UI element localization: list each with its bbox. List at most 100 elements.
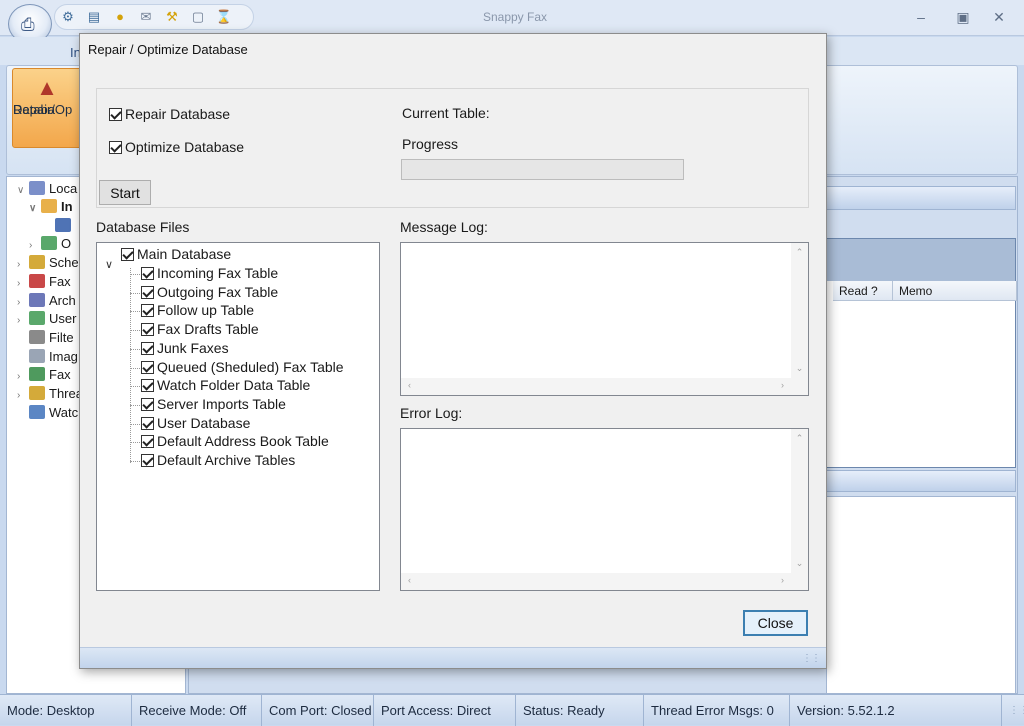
tree-node-table[interactable]: Default Archive Tables: [141, 452, 295, 471]
nav-item-watch[interactable]: Watc: [17, 405, 78, 423]
scroll-left-icon[interactable]: ‹: [401, 380, 418, 390]
nav-label: In: [61, 199, 73, 214]
tree-node-label: Default Archive Tables: [157, 452, 296, 468]
outbox-icon: [41, 236, 57, 250]
message-log-box[interactable]: ⌃ ⌄ ‹ ›: [400, 242, 809, 396]
tree-node-label: Default Address Book Table: [157, 433, 329, 450]
vertical-scrollbar[interactable]: ⌃ ⌄: [791, 429, 808, 573]
envelope-icon[interactable]: ✉: [135, 6, 157, 28]
document-icon[interactable]: ▤: [83, 6, 105, 28]
nav-label: Loca: [49, 181, 78, 196]
error-log-box[interactable]: ⌃ ⌄ ‹ ›: [400, 428, 809, 591]
user-icon: [29, 311, 45, 325]
scroll-right-icon[interactable]: ›: [774, 380, 791, 390]
nav-item-outbox[interactable]: › O: [29, 236, 71, 254]
tree-node-table[interactable]: Follow up Table: [141, 302, 254, 321]
scroll-left-icon[interactable]: ‹: [401, 575, 418, 585]
nav-label: Sche: [49, 255, 79, 270]
repair-optimize-ribbon-button[interactable]: ▲ Repair/Op Databa: [12, 68, 82, 148]
repair-database-icon: ▲: [36, 75, 58, 100]
scroll-down-icon[interactable]: ⌄: [791, 558, 808, 569]
nav-item-filter[interactable]: Filte: [17, 330, 74, 348]
tree-node-table[interactable]: Outgoing Fax Table: [141, 284, 278, 303]
checkbox-checked-icon: [141, 416, 154, 430]
checkbox-checked-icon: [141, 397, 154, 411]
scroll-up-icon[interactable]: ⌃: [791, 247, 808, 258]
options-group: Repair Database Optimize Database Curren…: [96, 88, 809, 208]
tree-node-main-database[interactable]: Main Database: [121, 246, 231, 265]
scroll-down-icon[interactable]: ⌄: [791, 363, 808, 374]
lock-icon[interactable]: ●: [109, 6, 131, 28]
hourglass-icon[interactable]: ⌛: [213, 6, 235, 28]
nav-label: Threa: [49, 386, 83, 401]
tree-node-label: Fax Drafts Table: [157, 321, 259, 338]
copy-icon[interactable]: ▢: [187, 6, 209, 28]
tree-node-table[interactable]: Watch Folder Data Table: [141, 377, 310, 396]
checkbox-checked-icon: [141, 285, 154, 299]
close-icon[interactable]: ✕: [982, 6, 1016, 28]
resize-grip-icon[interactable]: ⋮⋮: [802, 653, 821, 664]
ribbon-button-label-line2: Databa: [13, 102, 55, 117]
nav-item-schedule[interactable]: › Sche: [17, 255, 79, 273]
horizontal-scrollbar[interactable]: ‹ ›: [401, 573, 808, 590]
tools-icon[interactable]: ⚒: [161, 6, 183, 28]
repair-database-checkbox[interactable]: Repair Database: [109, 106, 230, 122]
checkbox-checked-icon: [121, 248, 134, 261]
status-com-port: Com Port: Closed: [262, 695, 374, 726]
tree-node-table[interactable]: Incoming Fax Table: [141, 265, 278, 284]
nav-item-inbox[interactable]: ∨ In: [29, 199, 73, 217]
fax-page-icon: [55, 218, 71, 232]
checkbox-checked-icon: [141, 267, 154, 280]
repair-optimize-dialog: Repair / Optimize Database Repair Databa…: [79, 33, 827, 669]
checkbox-label: Optimize Database: [125, 139, 245, 155]
message-log-label: Message Log:: [400, 219, 488, 235]
column-header-memo[interactable]: Memo: [893, 281, 1017, 301]
vertical-scrollbar[interactable]: ⌃ ⌄: [791, 243, 808, 378]
resize-grip-icon[interactable]: ⋮⋮: [1002, 695, 1024, 726]
close-button[interactable]: Close: [743, 610, 808, 636]
nav-item-fax-folder[interactable]: › Fax: [17, 367, 71, 385]
thread-icon: [29, 386, 45, 400]
checkbox-checked-icon: [141, 435, 154, 449]
scroll-up-icon[interactable]: ⌃: [791, 433, 808, 444]
horizontal-scrollbar[interactable]: ‹ ›: [401, 378, 808, 395]
nav-item-local[interactable]: ∨ Loca: [17, 181, 77, 199]
tree-node-table[interactable]: Fax Drafts Table: [141, 321, 259, 340]
checkbox-checked-icon: [141, 341, 154, 355]
scroll-right-icon[interactable]: ›: [774, 575, 791, 585]
checkbox-label: Repair Database: [125, 106, 231, 122]
progress-label: Progress: [402, 136, 459, 152]
status-bar: Mode: Desktop Receive Mode: Off Com Port…: [0, 694, 1024, 726]
status-receive-mode: Receive Mode: Off: [132, 695, 262, 726]
chevron-down-icon[interactable]: ∨: [105, 258, 113, 271]
preview-area: [826, 496, 1016, 694]
fax-folder-icon: [29, 367, 45, 381]
nav-item-fax[interactable]: › Fax: [17, 274, 71, 292]
tree-node-table[interactable]: Default Address Book Table: [141, 433, 329, 452]
nav-item-thread[interactable]: › Threa: [17, 386, 83, 404]
tree-node-table[interactable]: Junk Faxes: [141, 340, 229, 359]
nav-item-image[interactable]: Imag: [17, 349, 78, 367]
settings-gear-icon[interactable]: ⚙: [57, 6, 79, 28]
maximize-icon[interactable]: ▣: [946, 6, 980, 28]
checkbox-checked-icon: [141, 360, 154, 374]
tree-node-table[interactable]: User Database: [141, 415, 250, 434]
preview-header-bar: [826, 470, 1016, 492]
checkbox-checked-icon: [109, 108, 122, 121]
nav-item-sub[interactable]: [55, 218, 75, 236]
nav-item-user[interactable]: › User: [17, 311, 76, 329]
grid-group-band: [827, 239, 1015, 281]
minimize-icon[interactable]: –: [904, 6, 938, 28]
nav-label: Fax: [49, 274, 71, 289]
database-files-tree[interactable]: ∨ Main Database Incoming Fax Table Outgoi…: [96, 242, 380, 591]
column-header-read[interactable]: Read ?: [833, 281, 893, 301]
quick-access-toolbar: ⚙ ▤ ● ✉ ⚒ ▢ ⌛: [54, 4, 254, 30]
optimize-database-checkbox[interactable]: Optimize Database: [109, 139, 244, 155]
tree-node-table[interactable]: Server Imports Table: [141, 396, 286, 415]
progress-bar: [401, 159, 684, 180]
content-header-bar: [826, 186, 1016, 210]
tree-node-table[interactable]: Queued (Sheduled) Fax Table: [141, 359, 344, 378]
start-button[interactable]: Start: [99, 180, 151, 205]
fax-list-grid[interactable]: Read ? Memo: [826, 238, 1017, 468]
nav-item-archive[interactable]: › Arch: [17, 293, 76, 311]
